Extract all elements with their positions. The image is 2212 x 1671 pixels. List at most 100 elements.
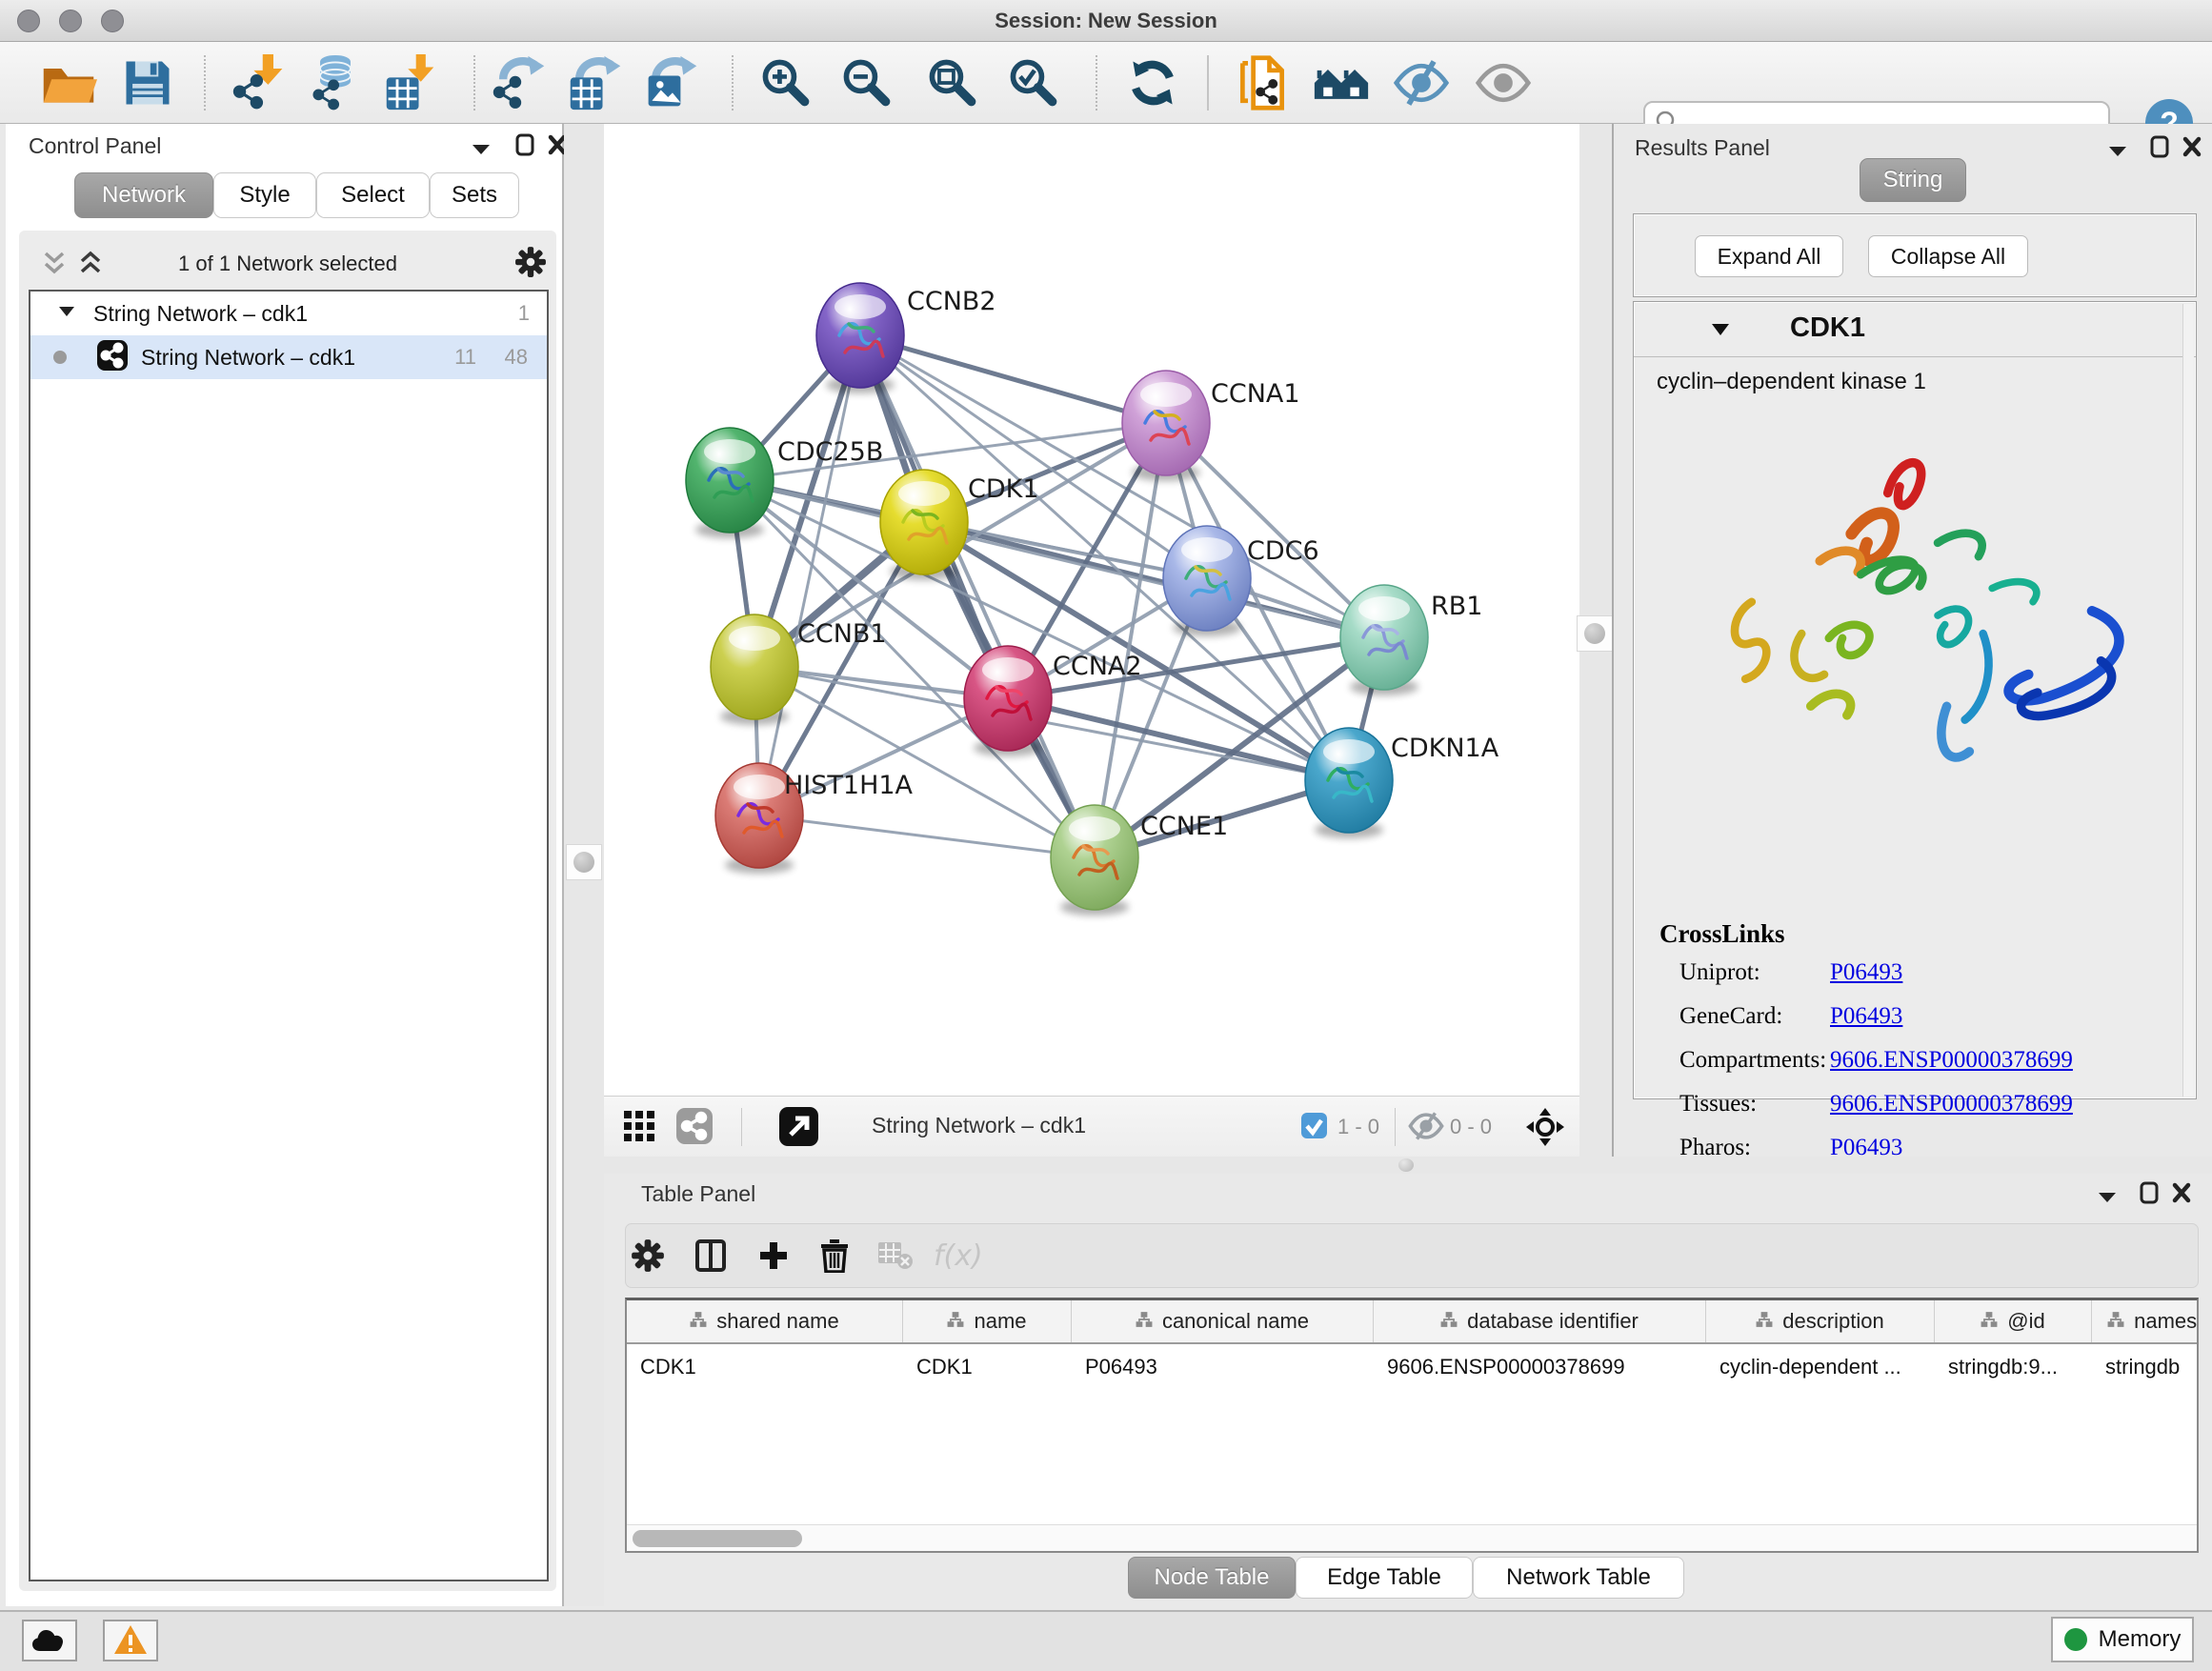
network-canvas[interactable]: CCNB2CCNA1CDC25BCDK1CDC6RB1CCNB1CCNA2CDK…: [604, 124, 1579, 1096]
close-panel-icon[interactable]: [2182, 133, 2202, 162]
hide-selected-button[interactable]: [1389, 53, 1454, 112]
column-header-database-identifier[interactable]: database identifier: [1374, 1300, 1706, 1342]
show-all-button[interactable]: [1471, 53, 1536, 112]
column-header-shared-name[interactable]: shared name: [627, 1300, 903, 1342]
column-header-namespace[interactable]: namespace: [2092, 1300, 2199, 1342]
column-header-name[interactable]: name: [903, 1300, 1072, 1342]
import-table-from-file-button[interactable]: [379, 53, 444, 112]
table-cell[interactable]: CDK1: [903, 1346, 1072, 1388]
network-node-RB1[interactable]: [1340, 585, 1428, 695]
network-node-CDC25B[interactable]: [686, 428, 774, 538]
save-session-button[interactable]: [115, 53, 180, 112]
table-cell[interactable]: 9606.ENSP00000378699: [1374, 1346, 1706, 1388]
crosshair-icon[interactable]: [1524, 1106, 1566, 1135]
table-row[interactable]: CDK1CDK1P064939606.ENSP00000378699cyclin…: [627, 1346, 2199, 1388]
export-image-button[interactable]: [639, 53, 704, 112]
network-node-CCNB2[interactable]: [816, 283, 904, 393]
delete-column-button[interactable]: [814, 1238, 855, 1276]
crosslink-link[interactable]: P06493: [1830, 1003, 1902, 1030]
zoom-out-button[interactable]: [835, 53, 899, 112]
network-row[interactable]: String Network – cdk1 11 48: [30, 335, 547, 379]
open-session-button[interactable]: [36, 53, 101, 112]
checkbox-checked-icon[interactable]: [1301, 1113, 1327, 1143]
export-table-button[interactable]: [563, 53, 628, 112]
import-network-from-database-button[interactable]: [303, 53, 368, 112]
home-networks-button[interactable]: [1309, 53, 1374, 112]
network-node-CCNA1[interactable]: [1122, 371, 1210, 481]
float-panel-icon[interactable]: [2149, 133, 2170, 162]
node-label-CDKN1A: CDKN1A: [1391, 734, 1499, 763]
grid-icon[interactable]: [623, 1110, 655, 1138]
table-cell[interactable]: P06493: [1072, 1346, 1374, 1388]
scrollbar-thumb[interactable]: [633, 1530, 802, 1547]
node-label-CDK1: CDK1: [968, 474, 1039, 504]
column-label: namespace: [2134, 1309, 2199, 1334]
left-splitter-handle[interactable]: [566, 844, 602, 880]
external-link-icon[interactable]: [779, 1107, 818, 1136]
network-node-CDKN1A[interactable]: [1305, 728, 1393, 838]
panel-menu-icon[interactable]: [2107, 137, 2128, 166]
eye-slash-icon[interactable]: [1408, 1111, 1444, 1146]
tab-edge-table[interactable]: Edge Table: [1296, 1557, 1473, 1599]
protein-structure-image: [1662, 407, 2177, 788]
crosslink-label: Compartments:: [1679, 1047, 1826, 1074]
table-cell[interactable]: CDK1: [627, 1346, 903, 1388]
crosslink-label: Tissues:: [1679, 1091, 1757, 1117]
left-splitter[interactable]: [564, 124, 604, 1606]
add-column-button[interactable]: [753, 1238, 794, 1276]
export-network-button[interactable]: [487, 53, 552, 112]
table-cell[interactable]: stringdb:9...: [1935, 1346, 2092, 1388]
crosslink-link[interactable]: 9606.ENSP00000378699: [1830, 1047, 2073, 1074]
crosslink-link[interactable]: P06493: [1830, 959, 1902, 986]
expand-all-button[interactable]: Expand All: [1695, 235, 1843, 277]
network-node-CCNB1[interactable]: [711, 614, 798, 725]
table-settings-button[interactable]: [627, 1238, 669, 1276]
table-cell[interactable]: cyclin-dependent ...: [1706, 1346, 1935, 1388]
table-horizontal-scrollbar[interactable]: [627, 1524, 2197, 1551]
memory-button[interactable]: Memory: [2051, 1617, 2194, 1662]
section-collapse-icon[interactable]: [1710, 321, 1731, 342]
show-columns-button[interactable]: [690, 1238, 732, 1276]
network-node-CCNE1[interactable]: [1051, 805, 1138, 916]
column-sort-icon: [1136, 1309, 1153, 1334]
column-header-canonical-name[interactable]: canonical name: [1072, 1300, 1374, 1342]
column-sort-icon: [947, 1309, 964, 1334]
right-splitter-handle[interactable]: [1577, 615, 1613, 652]
tab-node-table[interactable]: Node Table: [1128, 1557, 1296, 1599]
results-scrollbar[interactable]: [2182, 304, 2194, 1097]
zoom-in-button[interactable]: [754, 53, 818, 112]
gear-icon[interactable]: [514, 246, 547, 274]
network-collection-row[interactable]: String Network – cdk1 1: [30, 292, 547, 335]
share-icon[interactable]: [676, 1108, 713, 1137]
tab-style[interactable]: Style: [213, 172, 316, 218]
crosslink-link[interactable]: 9606.ENSP00000378699: [1830, 1091, 2073, 1117]
apply-preferred-layout-button[interactable]: [1120, 53, 1185, 112]
right-splitter[interactable]: [1579, 124, 1612, 1157]
float-panel-icon[interactable]: [514, 131, 535, 160]
tree-collapse-icon[interactable]: [57, 304, 76, 323]
table-cell[interactable]: stringdb: [2092, 1346, 2199, 1388]
column-header--id[interactable]: @id: [1935, 1300, 2092, 1342]
zoom-selected-button[interactable]: [1001, 53, 1066, 112]
import-network-from-file-button[interactable]: [227, 53, 292, 112]
new-network-from-selection-button[interactable]: [1230, 53, 1295, 112]
panel-menu-icon[interactable]: [2097, 1183, 2118, 1212]
node-section-header[interactable]: CDK1: [1634, 302, 2196, 357]
horizontal-splitter-handle[interactable]: [1398, 1158, 1414, 1172]
crosslink-label: Uniprot:: [1679, 959, 1760, 986]
tab-string[interactable]: String: [1860, 158, 1966, 202]
warning-button[interactable]: [103, 1620, 158, 1661]
column-header-description[interactable]: description: [1706, 1300, 1935, 1342]
panel-menu-icon[interactable]: [471, 135, 492, 164]
tab-sets[interactable]: Sets: [430, 172, 519, 218]
zoom-fit-button[interactable]: [920, 53, 985, 112]
tab-network-table[interactable]: Network Table: [1473, 1557, 1684, 1599]
close-panel-icon[interactable]: [2171, 1179, 2192, 1208]
horizontal-splitter[interactable]: [604, 1157, 2212, 1174]
network-node-CCNA2[interactable]: [964, 646, 1052, 756]
tab-select[interactable]: Select: [316, 172, 430, 218]
tab-network[interactable]: Network: [74, 172, 213, 218]
float-panel-icon[interactable]: [2139, 1179, 2160, 1208]
cloud-button[interactable]: [22, 1620, 77, 1661]
collapse-all-button[interactable]: Collapse All: [1868, 235, 2028, 277]
